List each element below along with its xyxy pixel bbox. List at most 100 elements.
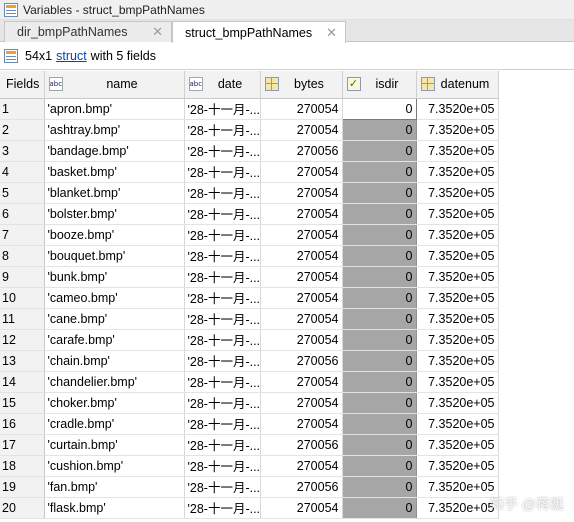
cell-name[interactable]: 'chandelier.bmp' (44, 371, 185, 393)
cell-bytes[interactable]: 270054 (260, 224, 343, 246)
cell-date[interactable]: '28-十一月-... (184, 98, 261, 120)
cell-datenum[interactable]: 7.3520e+05 (416, 434, 499, 456)
cell-datenum[interactable]: 7.3520e+05 (416, 476, 499, 498)
cell-date[interactable]: '28-十一月-... (184, 497, 261, 519)
cell-isdir[interactable]: 0 (342, 266, 417, 288)
cell-isdir[interactable]: 0 (342, 308, 417, 330)
cell-bytes[interactable]: 270054 (260, 266, 343, 288)
cell-datenum[interactable]: 7.3520e+05 (416, 140, 499, 162)
tab-dir-bmppathnames[interactable]: dir_bmpPathNames ✕ (4, 21, 172, 42)
cell-bytes[interactable]: 270054 (260, 497, 343, 519)
cell-isdir[interactable]: 0 (342, 203, 417, 225)
row-index[interactable]: 17 (0, 434, 45, 456)
row-index[interactable]: 6 (0, 203, 45, 225)
cell-isdir[interactable]: 0 (341, 97, 417, 120)
cell-isdir[interactable]: 0 (342, 350, 417, 372)
cell-name[interactable]: 'cushion.bmp' (44, 455, 185, 477)
cell-datenum[interactable]: 7.3520e+05 (416, 266, 499, 288)
row-index[interactable]: 7 (0, 224, 45, 246)
cell-date[interactable]: '28-十一月-... (184, 308, 261, 330)
cell-date[interactable]: '28-十一月-... (184, 371, 261, 393)
cell-isdir[interactable]: 0 (342, 140, 417, 162)
row-index[interactable]: 20 (0, 497, 45, 519)
cell-datenum[interactable]: 7.3520e+05 (416, 203, 499, 225)
cell-name[interactable]: 'fan.bmp' (44, 476, 185, 498)
cell-date[interactable]: '28-十一月-... (184, 119, 261, 141)
cell-datenum[interactable]: 7.3520e+05 (416, 119, 499, 141)
cell-bytes[interactable]: 270054 (260, 182, 343, 204)
column-header-name[interactable]: abc name (44, 71, 185, 99)
cell-name[interactable]: 'bolster.bmp' (44, 203, 185, 225)
cell-name[interactable]: 'cane.bmp' (44, 308, 185, 330)
cell-name[interactable]: 'cradle.bmp' (44, 413, 185, 435)
row-index[interactable]: 11 (0, 308, 45, 330)
cell-date[interactable]: '28-十一月-... (184, 455, 261, 477)
cell-isdir[interactable]: 0 (342, 413, 417, 435)
cell-bytes[interactable]: 270054 (260, 119, 343, 141)
cell-datenum[interactable]: 7.3520e+05 (416, 182, 499, 204)
cell-datenum[interactable]: 7.3520e+05 (416, 392, 499, 414)
cell-bytes[interactable]: 270056 (260, 434, 343, 456)
row-index[interactable]: 2 (0, 119, 45, 141)
cell-name[interactable]: 'curtain.bmp' (44, 434, 185, 456)
column-header-bytes[interactable]: bytes (260, 71, 343, 99)
cell-date[interactable]: '28-十一月-... (184, 329, 261, 351)
row-index[interactable]: 4 (0, 161, 45, 183)
column-header-datenum[interactable]: datenum (416, 71, 499, 99)
cell-isdir[interactable]: 0 (342, 371, 417, 393)
cell-name[interactable]: 'apron.bmp' (44, 98, 185, 120)
cell-name[interactable]: 'chain.bmp' (44, 350, 185, 372)
struct-type-link[interactable]: struct (56, 49, 87, 63)
cell-isdir[interactable]: 0 (342, 224, 417, 246)
cell-name[interactable]: 'flask.bmp' (44, 497, 185, 519)
cell-datenum[interactable]: 7.3520e+05 (416, 497, 499, 519)
cell-name[interactable]: 'blanket.bmp' (44, 182, 185, 204)
row-index[interactable]: 15 (0, 392, 45, 414)
cell-datenum[interactable]: 7.3520e+05 (416, 350, 499, 372)
cell-isdir[interactable]: 0 (342, 329, 417, 351)
row-index[interactable]: 9 (0, 266, 45, 288)
cell-bytes[interactable]: 270056 (260, 350, 343, 372)
cell-datenum[interactable]: 7.3520e+05 (416, 98, 499, 120)
cell-isdir[interactable]: 0 (342, 434, 417, 456)
cell-date[interactable]: '28-十一月-... (184, 476, 261, 498)
cell-bytes[interactable]: 270056 (260, 140, 343, 162)
row-index[interactable]: 1 (0, 98, 45, 120)
cell-datenum[interactable]: 7.3520e+05 (416, 224, 499, 246)
cell-date[interactable]: '28-十一月-... (184, 266, 261, 288)
cell-isdir[interactable]: 0 (342, 245, 417, 267)
cell-isdir[interactable]: 0 (342, 476, 417, 498)
cell-bytes[interactable]: 270054 (260, 287, 343, 309)
cell-date[interactable]: '28-十一月-... (184, 140, 261, 162)
cell-bytes[interactable]: 270054 (260, 371, 343, 393)
cell-date[interactable]: '28-十一月-... (184, 224, 261, 246)
cell-bytes[interactable]: 270054 (260, 413, 343, 435)
row-index[interactable]: 18 (0, 455, 45, 477)
row-index[interactable]: 5 (0, 182, 45, 204)
cell-isdir[interactable]: 0 (342, 161, 417, 183)
column-header-fields[interactable]: Fields (0, 71, 45, 99)
close-icon[interactable]: ✕ (326, 25, 337, 41)
cell-isdir[interactable]: 0 (342, 455, 417, 477)
cell-date[interactable]: '28-十一月-... (184, 413, 261, 435)
cell-date[interactable]: '28-十一月-... (184, 350, 261, 372)
cell-name[interactable]: 'bandage.bmp' (44, 140, 185, 162)
cell-name[interactable]: 'cameo.bmp' (44, 287, 185, 309)
cell-date[interactable]: '28-十一月-... (184, 182, 261, 204)
cell-date[interactable]: '28-十一月-... (184, 203, 261, 225)
cell-name[interactable]: 'ashtray.bmp' (44, 119, 185, 141)
cell-isdir[interactable]: 0 (342, 497, 417, 519)
cell-bytes[interactable]: 270054 (260, 329, 343, 351)
cell-date[interactable]: '28-十一月-... (184, 161, 261, 183)
cell-bytes[interactable]: 270054 (260, 245, 343, 267)
cell-date[interactable]: '28-十一月-... (184, 287, 261, 309)
cell-datenum[interactable]: 7.3520e+05 (416, 245, 499, 267)
cell-bytes[interactable]: 270054 (260, 392, 343, 414)
cell-name[interactable]: 'bouquet.bmp' (44, 245, 185, 267)
cell-datenum[interactable]: 7.3520e+05 (416, 308, 499, 330)
cell-name[interactable]: 'choker.bmp' (44, 392, 185, 414)
cell-datenum[interactable]: 7.3520e+05 (416, 287, 499, 309)
cell-bytes[interactable]: 270054 (260, 161, 343, 183)
cell-bytes[interactable]: 270054 (260, 98, 343, 120)
cell-datenum[interactable]: 7.3520e+05 (416, 413, 499, 435)
